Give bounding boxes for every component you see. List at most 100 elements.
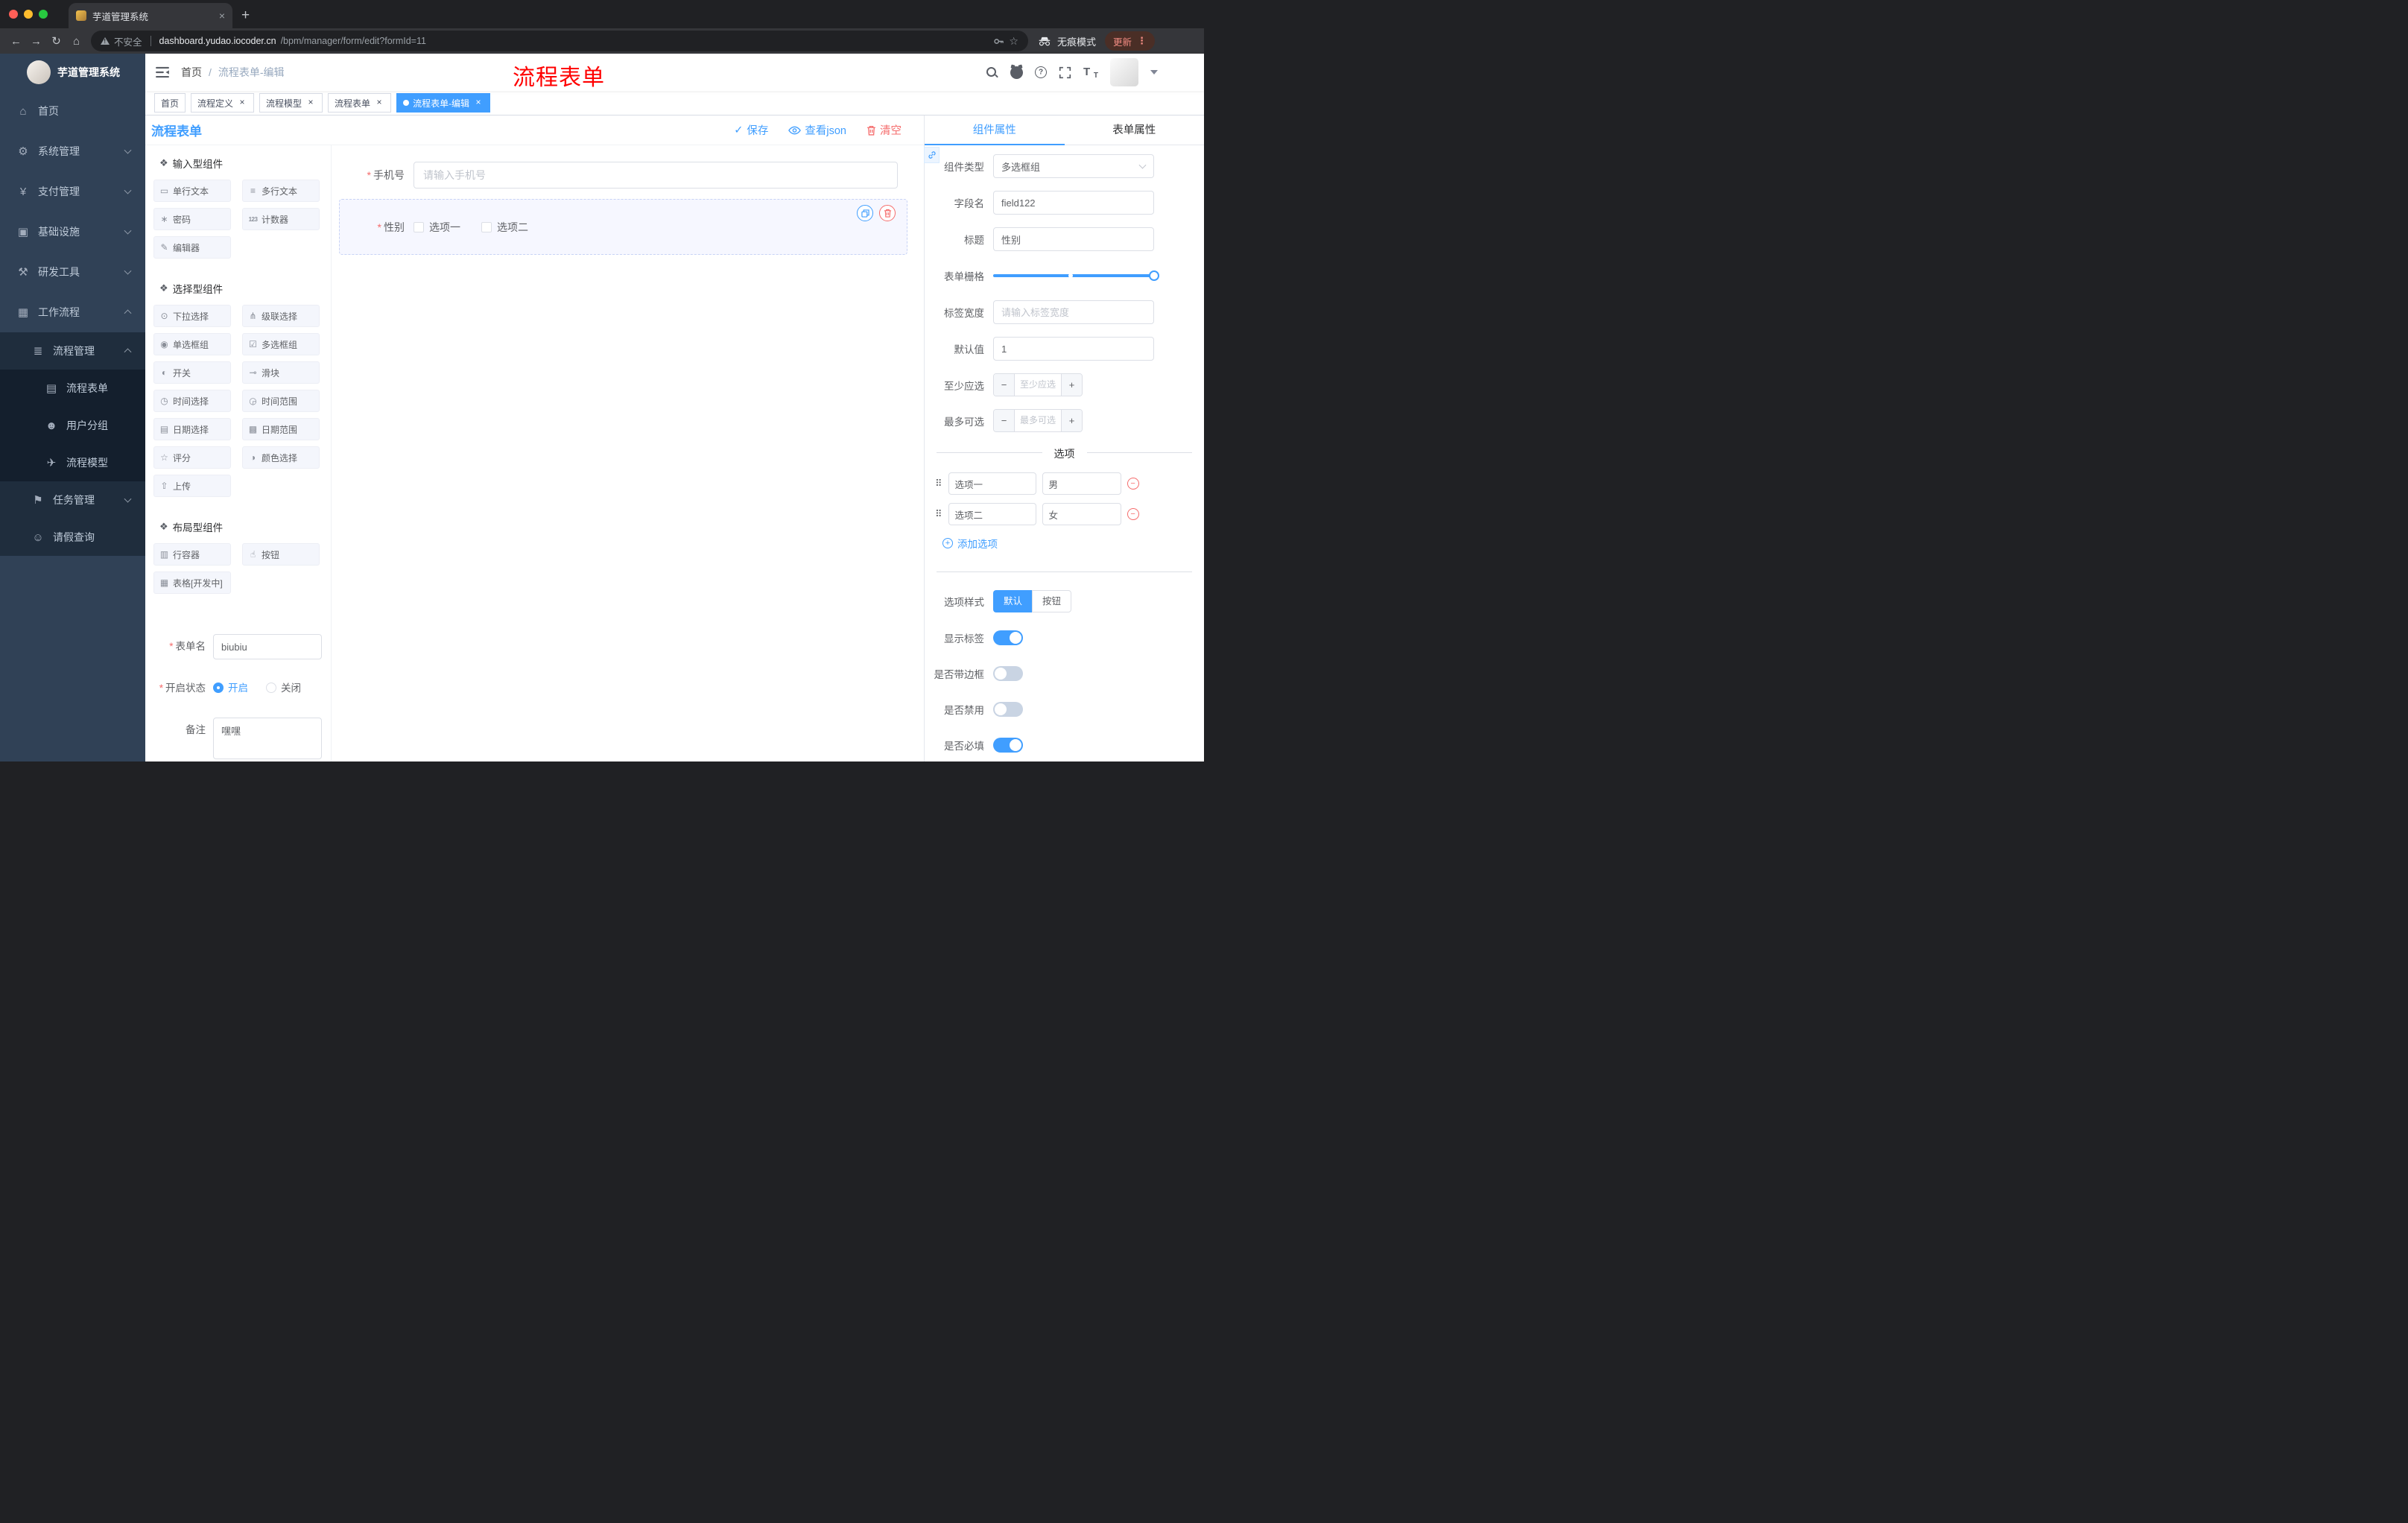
github-icon[interactable]	[1010, 66, 1023, 79]
sidebar-item-system-management[interactable]: ⚙ 系统管理	[0, 131, 145, 171]
checkbox-icon[interactable]	[481, 221, 492, 232]
tab-component-props[interactable]: 组件属性	[925, 115, 1065, 145]
style-default-button[interactable]: 默认	[993, 590, 1033, 612]
component-upload[interactable]: ⇧ 上传	[153, 475, 231, 497]
component-editor[interactable]: ✎ 编辑器	[153, 236, 231, 259]
component-switch[interactable]: ◐ 开关	[153, 361, 231, 384]
sidebar-item-infrastructure[interactable]: ▣ 基础设施	[0, 212, 145, 252]
component-date-picker[interactable]: ▤ 日期选择	[153, 418, 231, 440]
copy-widget-button[interactable]	[857, 205, 873, 221]
drag-handle-icon[interactable]: ⠿	[935, 508, 942, 520]
add-option-button[interactable]: + 添加选项	[942, 536, 1204, 551]
decrease-button[interactable]: −	[994, 410, 1015, 431]
sidebar-logo[interactable]: 芋道管理系统	[0, 54, 145, 91]
sidebar-item-process-management[interactable]: ≣ 流程管理	[0, 332, 145, 370]
browser-menu-icon[interactable]: ⋮	[1137, 35, 1147, 47]
canvas-field-gender-selected[interactable]: 性别 选项一 选项二	[339, 199, 907, 255]
option-value-input[interactable]: 男	[1042, 472, 1121, 495]
toggle-required[interactable]	[993, 738, 1023, 753]
avatar[interactable]	[1110, 58, 1138, 86]
checkbox-option[interactable]: 选项一	[414, 220, 460, 235]
reload-icon[interactable]: ↻	[46, 34, 66, 48]
form-remark-textarea[interactable]: 嘿嘿	[213, 718, 322, 759]
checkbox-icon[interactable]	[414, 221, 424, 232]
sidebar-item-dev-tools[interactable]: ⚒ 研发工具	[0, 252, 145, 292]
component-rate[interactable]: ☆ 评分	[153, 446, 231, 469]
toggle-show-label[interactable]	[993, 630, 1023, 645]
component-time-range[interactable]: ◶ 时间范围	[242, 390, 320, 412]
drag-handle-icon[interactable]: ⠿	[935, 478, 942, 490]
option-label-input[interactable]: 选项一	[948, 472, 1036, 495]
back-icon[interactable]: ←	[6, 35, 26, 48]
component-single-line-text[interactable]: ▭ 单行文本	[153, 180, 231, 202]
toggle-disabled[interactable]	[993, 702, 1023, 717]
bookmark-star-icon[interactable]: ☆	[1009, 35, 1018, 48]
component-password[interactable]: ∗ 密码	[153, 208, 231, 230]
link-icon[interactable]	[924, 147, 940, 163]
title-input[interactable]	[993, 227, 1154, 251]
tab-close-icon[interactable]: ×	[219, 10, 225, 22]
component-row-container[interactable]: ▥ 行容器	[153, 543, 231, 566]
chevron-down-icon[interactable]	[1150, 70, 1158, 75]
sidebar-toggle-icon[interactable]	[156, 66, 169, 78]
tag-home[interactable]: 首页	[154, 93, 186, 113]
sidebar-item-process-model[interactable]: ✈ 流程模型	[0, 444, 145, 481]
browser-tab[interactable]: 芋道管理系统 ×	[69, 3, 232, 28]
security-label[interactable]: 不安全	[114, 34, 142, 48]
component-date-range[interactable]: ▩ 日期范围	[242, 418, 320, 440]
home-nav-icon[interactable]: ⌂	[66, 35, 86, 48]
close-icon[interactable]: ×	[305, 98, 316, 108]
forward-icon[interactable]: →	[26, 35, 46, 48]
search-icon[interactable]	[986, 66, 998, 79]
component-checkbox-group[interactable]: ☑ 多选框组	[242, 333, 320, 355]
view-json-button[interactable]: 查看json	[788, 122, 846, 138]
component-multi-line-text[interactable]: ≡ 多行文本	[242, 180, 320, 202]
slider-track[interactable]	[993, 270, 1159, 281]
fullscreen-icon[interactable]	[1059, 66, 1071, 79]
component-table[interactable]: ▦ 表格[开发中]	[153, 571, 231, 594]
form-name-input[interactable]: biubiu	[213, 634, 322, 659]
tab-form-props[interactable]: 表单属性	[1065, 115, 1205, 145]
component-counter[interactable]: 123 计数器	[242, 208, 320, 230]
save-button[interactable]: ✓ 保存	[734, 122, 768, 138]
sidebar-item-payment-management[interactable]: ¥ 支付管理	[0, 171, 145, 212]
font-size-icon[interactable]	[1083, 66, 1098, 80]
close-icon[interactable]: ×	[237, 98, 247, 108]
toggle-border[interactable]	[993, 666, 1023, 681]
tag-process-form-edit[interactable]: 流程表单-编辑 ×	[396, 93, 491, 113]
component-time-picker[interactable]: ◷ 时间选择	[153, 390, 231, 412]
component-select[interactable]: ⊙ 下拉选择	[153, 305, 231, 327]
remove-option-button[interactable]: −	[1127, 508, 1139, 520]
style-button-button[interactable]: 按钮	[1032, 590, 1072, 612]
sidebar-item-task-management[interactable]: ⚑ 任务管理	[0, 481, 145, 519]
component-color-picker[interactable]: ◑ 颜色选择	[242, 446, 320, 469]
radio-option-on[interactable]: 开启	[213, 676, 248, 701]
increase-button[interactable]: +	[1061, 410, 1082, 431]
tag-process-definition[interactable]: 流程定义 ×	[191, 93, 255, 113]
field-name-input[interactable]	[993, 191, 1154, 215]
tag-process-form[interactable]: 流程表单 ×	[328, 93, 392, 113]
sidebar-item-workflow[interactable]: ▦ 工作流程	[0, 292, 145, 332]
sidebar-item-home[interactable]: ⌂ 首页	[0, 91, 145, 131]
component-cascader[interactable]: ⋔ 级联选择	[242, 305, 320, 327]
decrease-button[interactable]: −	[994, 374, 1015, 396]
update-button[interactable]: 更新 ⋮	[1104, 31, 1155, 51]
label-width-input[interactable]	[993, 300, 1154, 324]
address-bar[interactable]: 不安全 dashboard.yudao.iocoder.cn /bpm/mana…	[91, 31, 1028, 51]
phone-input[interactable]: 请输入手机号	[414, 162, 898, 189]
maximize-window-button[interactable]	[39, 10, 48, 19]
tag-process-model[interactable]: 流程模型 ×	[259, 93, 323, 113]
sidebar-item-leave-query[interactable]: ☺ 请假查询	[0, 519, 145, 556]
delete-widget-button[interactable]	[879, 205, 896, 221]
breadcrumb-home[interactable]: 首页	[181, 65, 202, 80]
checkbox-option[interactable]: 选项二	[481, 220, 528, 235]
slider-handle[interactable]	[1149, 270, 1159, 281]
minimize-window-button[interactable]	[24, 10, 33, 19]
canvas-field-phone[interactable]: 手机号 请输入手机号	[332, 162, 924, 189]
clear-button[interactable]: 清空	[866, 122, 902, 138]
remove-option-button[interactable]: −	[1127, 478, 1139, 490]
help-icon[interactable]	[1035, 66, 1047, 78]
new-tab-button[interactable]: +	[241, 7, 250, 24]
component-slider[interactable]: ⊸ 滑块	[242, 361, 320, 384]
form-grid-slider[interactable]	[993, 264, 1159, 288]
